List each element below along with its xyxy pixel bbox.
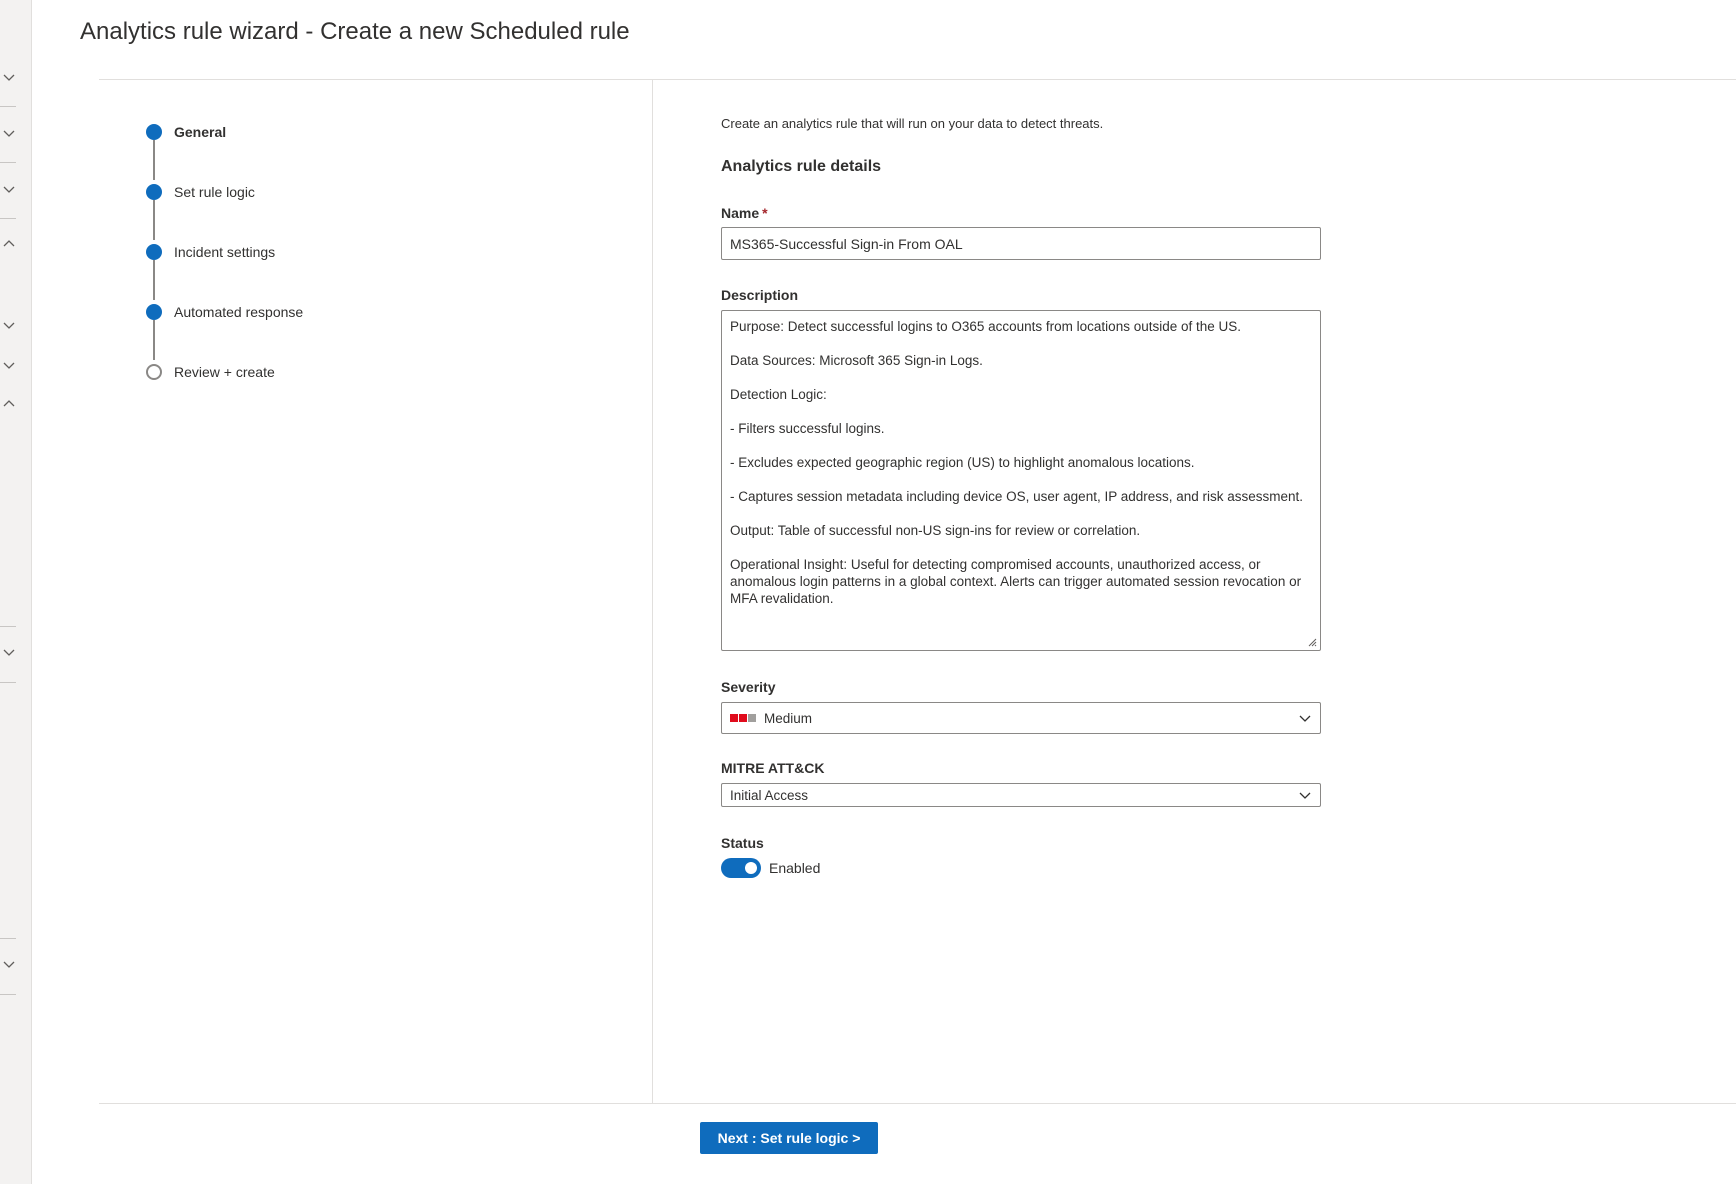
name-label: Name * <box>721 205 768 221</box>
status-toggle[interactable] <box>721 858 761 878</box>
rail-divider <box>0 162 16 163</box>
step-label: General <box>174 124 227 140</box>
left-nav-rail <box>0 0 32 1184</box>
description-line: - Captures session metadata including de… <box>730 489 1304 504</box>
rail-divider <box>0 218 16 219</box>
chevron-down-icon[interactable] <box>2 126 16 140</box>
rail-divider <box>0 938 16 939</box>
step-pending-icon <box>146 364 162 380</box>
page-title: Analytics rule wizard - Create a new Sch… <box>80 18 630 45</box>
step-complete-icon <box>146 244 162 260</box>
description-textarea[interactable]: Purpose: Detect successful logins to O36… <box>721 310 1321 651</box>
chevron-down-icon <box>1299 792 1311 799</box>
description-label: Description <box>721 287 799 303</box>
description-line: Detection Logic: <box>730 387 827 402</box>
required-marker: * <box>762 205 768 221</box>
mitre-label: MITRE ATT&CK <box>721 760 825 776</box>
rail-divider <box>0 626 16 627</box>
step-label: Incident settings <box>174 244 276 260</box>
header-divider <box>99 79 1736 80</box>
chevron-down-icon[interactable] <box>2 358 16 372</box>
chevron-down-icon[interactable] <box>2 645 16 659</box>
step-connector <box>153 320 155 360</box>
mitre-value: Initial Access <box>730 787 809 803</box>
section-title: Analytics rule details <box>721 158 882 175</box>
step-complete-icon <box>146 304 162 320</box>
chevron-down-icon[interactable] <box>2 182 16 196</box>
severity-bar <box>730 714 738 722</box>
footer-divider <box>99 1103 1736 1104</box>
description-line: - Excludes expected geographic region (U… <box>730 455 1195 470</box>
step-automated-response[interactable]: Automated response <box>146 300 303 324</box>
status-label: Status <box>721 835 764 851</box>
pane-divider <box>652 79 653 1103</box>
severity-bar <box>748 714 756 722</box>
step-connector <box>153 200 155 240</box>
name-input[interactable] <box>721 227 1321 260</box>
next-button[interactable]: Next : Set rule logic > <box>700 1122 878 1154</box>
chevron-down-icon <box>1299 715 1311 722</box>
rule-details-form: Create an analytics rule that will run o… <box>721 116 1321 878</box>
severity-bar <box>739 714 747 722</box>
chevron-down-icon[interactable] <box>2 957 16 971</box>
name-label-text: Name <box>721 205 760 221</box>
description-line: - Filters successful logins. <box>730 421 885 436</box>
severity-value: Medium <box>764 710 813 726</box>
description-line: Operational Insight: Useful for detectin… <box>730 557 1302 606</box>
rail-divider <box>0 994 16 995</box>
description-line: Output: Table of successful non-US sign-… <box>730 523 1141 538</box>
step-review-create[interactable]: Review + create <box>146 360 275 384</box>
step-connector <box>153 140 155 180</box>
step-complete-icon <box>146 124 162 140</box>
status-toggle-group: Enabled <box>721 858 820 878</box>
toggle-knob <box>745 862 757 874</box>
step-complete-icon <box>146 184 162 200</box>
chevron-up-icon[interactable] <box>2 397 16 411</box>
description-line: Purpose: Detect successful logins to O36… <box>730 319 1242 334</box>
rail-divider <box>0 682 16 683</box>
rail-divider <box>0 106 16 107</box>
step-general[interactable]: General <box>146 120 226 144</box>
step-connector <box>153 260 155 300</box>
step-set-rule-logic[interactable]: Set rule logic <box>146 180 255 204</box>
chevron-up-icon[interactable] <box>2 237 16 251</box>
severity-dropdown[interactable]: Medium <box>721 702 1321 734</box>
step-label: Automated response <box>174 304 304 320</box>
step-label: Set rule logic <box>174 184 255 200</box>
mitre-dropdown[interactable]: Initial Access <box>721 783 1321 807</box>
status-value: Enabled <box>769 860 821 876</box>
chevron-down-icon[interactable] <box>2 318 16 332</box>
severity-label: Severity <box>721 679 776 695</box>
chevron-down-icon[interactable] <box>2 70 16 84</box>
step-label: Review + create <box>174 364 275 380</box>
step-incident-settings[interactable]: Incident settings <box>146 240 275 264</box>
severity-bars-icon <box>730 714 756 722</box>
resize-grip-icon[interactable] <box>1308 638 1317 647</box>
description-line: Data Sources: Microsoft 365 Sign-in Logs… <box>730 353 983 368</box>
form-intro: Create an analytics rule that will run o… <box>721 116 1104 131</box>
